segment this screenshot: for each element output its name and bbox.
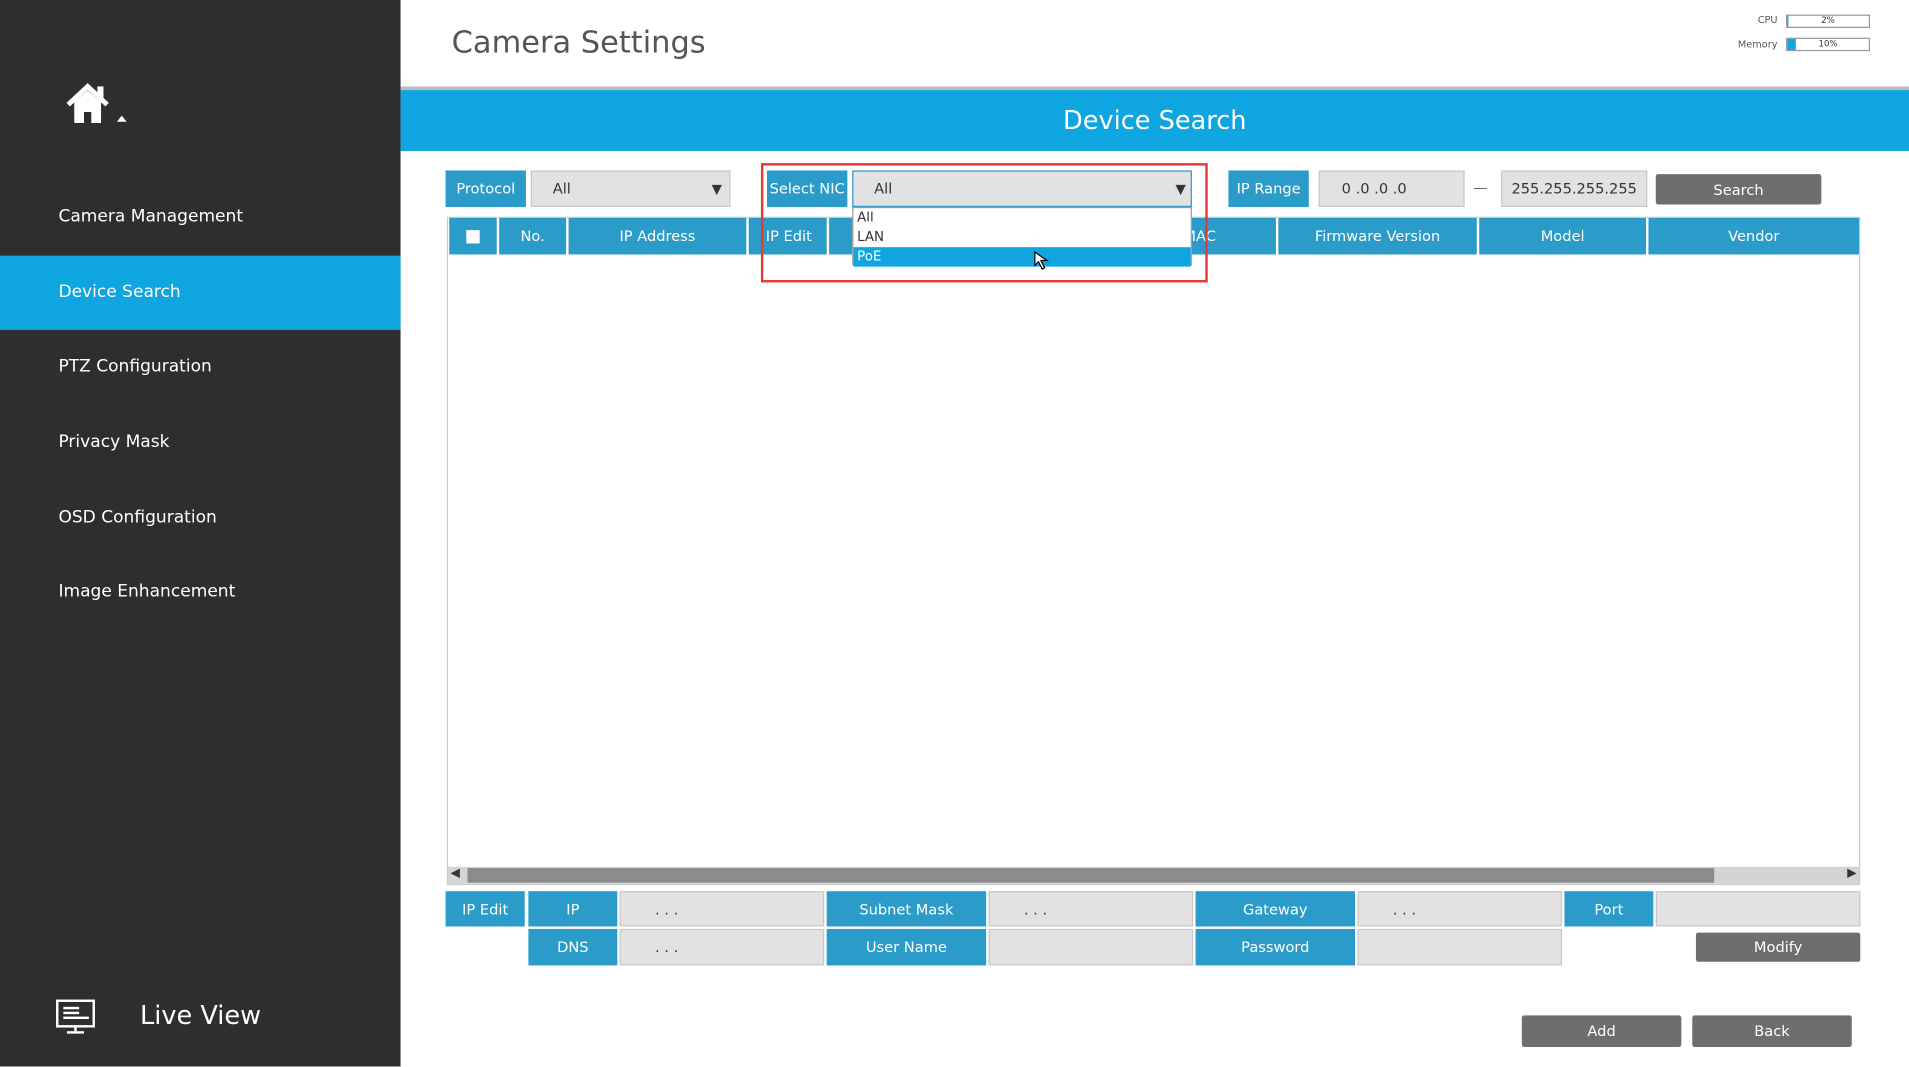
ip-range-label: IP Range [1228, 170, 1309, 207]
sidebar-item-camera-management[interactable]: Camera Management [0, 180, 401, 254]
sidebar-item-privacy-mask[interactable]: Privacy Mask [0, 405, 401, 479]
sidebar: Camera Management Device Search PTZ Conf… [0, 0, 401, 1067]
memory-usage-fill [1787, 38, 1796, 50]
cpu-label: CPU [1757, 14, 1778, 26]
password-label: Password [1195, 928, 1356, 966]
user-name-input[interactable] [988, 928, 1194, 966]
column-header-firmware-version: Firmware Version [1278, 217, 1477, 255]
search-button[interactable]: Search [1655, 174, 1822, 205]
scrollbar-thumb[interactable] [467, 868, 1715, 883]
user-name-label: User Name [826, 928, 987, 966]
back-button[interactable]: Back [1692, 1015, 1852, 1048]
cpu-value: 2% [1821, 15, 1835, 26]
memory-label: Memory [1737, 38, 1778, 50]
memory-usage-bar: 10% [1786, 37, 1871, 52]
cpu-usage-fill [1787, 15, 1789, 27]
live-view-label: Live View [140, 1000, 262, 1030]
modify-button[interactable]: Modify [1695, 932, 1861, 962]
live-view-button[interactable]: Live View [54, 993, 297, 1042]
sidebar-item-image-enhancement[interactable]: Image Enhancement [0, 555, 401, 629]
ip-edit-label: IP Edit [445, 891, 525, 927]
protocol-select[interactable]: All ▼ [530, 170, 731, 207]
sidebar-item-ptz-configuration[interactable]: PTZ Configuration [0, 330, 401, 404]
column-header-model: Model [1479, 217, 1647, 255]
ip-label: IP [528, 891, 618, 927]
horizontal-scrollbar[interactable]: ◀ ▶ [448, 866, 1860, 884]
port-label: Port [1564, 891, 1654, 927]
protocol-value: All [552, 180, 571, 198]
subnet-mask-label: Subnet Mask [826, 891, 987, 927]
select-all-checkbox[interactable] [466, 229, 480, 243]
ip-end-input[interactable]: 255.255.255.255 [1501, 170, 1648, 207]
password-input[interactable] [1357, 928, 1563, 966]
column-header-vendor: Vendor [1648, 217, 1860, 255]
ip-input[interactable]: . . . [619, 891, 825, 927]
gateway-label: Gateway [1195, 891, 1356, 927]
cpu-usage-bar: 2% [1786, 14, 1871, 29]
chevron-down-icon: ▼ [711, 180, 722, 197]
protocol-label: Protocol [445, 170, 526, 207]
select-all-checkbox-cell [449, 217, 497, 255]
memory-value: 10% [1818, 38, 1838, 49]
subnet-mask-input[interactable]: . . . [988, 891, 1194, 927]
ip-start-input[interactable]: 0 .0 .0 .0 [1318, 170, 1465, 207]
scroll-right-icon[interactable]: ▶ [1847, 867, 1856, 880]
monitor-icon [56, 999, 95, 1034]
device-table [446, 216, 1861, 886]
sidebar-item-device-search[interactable]: Device Search [0, 255, 401, 330]
sidebar-item-osd-configuration[interactable]: OSD Configuration [0, 481, 401, 555]
column-header-no: No. [499, 217, 567, 255]
dns-input[interactable]: . . . [619, 928, 825, 966]
scroll-left-icon[interactable]: ◀ [450, 867, 459, 880]
add-button[interactable]: Add [1521, 1015, 1682, 1048]
page-title: Camera Settings [451, 24, 706, 60]
dns-label: DNS [528, 928, 618, 966]
port-input[interactable] [1655, 891, 1861, 927]
ip-range-separator: — [1473, 178, 1488, 197]
panel-title: Device Search [400, 90, 1909, 151]
highlight-box [760, 163, 1208, 283]
home-icon[interactable] [66, 80, 132, 126]
column-header-ip-address: IP Address [568, 217, 747, 255]
gateway-input[interactable]: . . . [1357, 891, 1563, 927]
